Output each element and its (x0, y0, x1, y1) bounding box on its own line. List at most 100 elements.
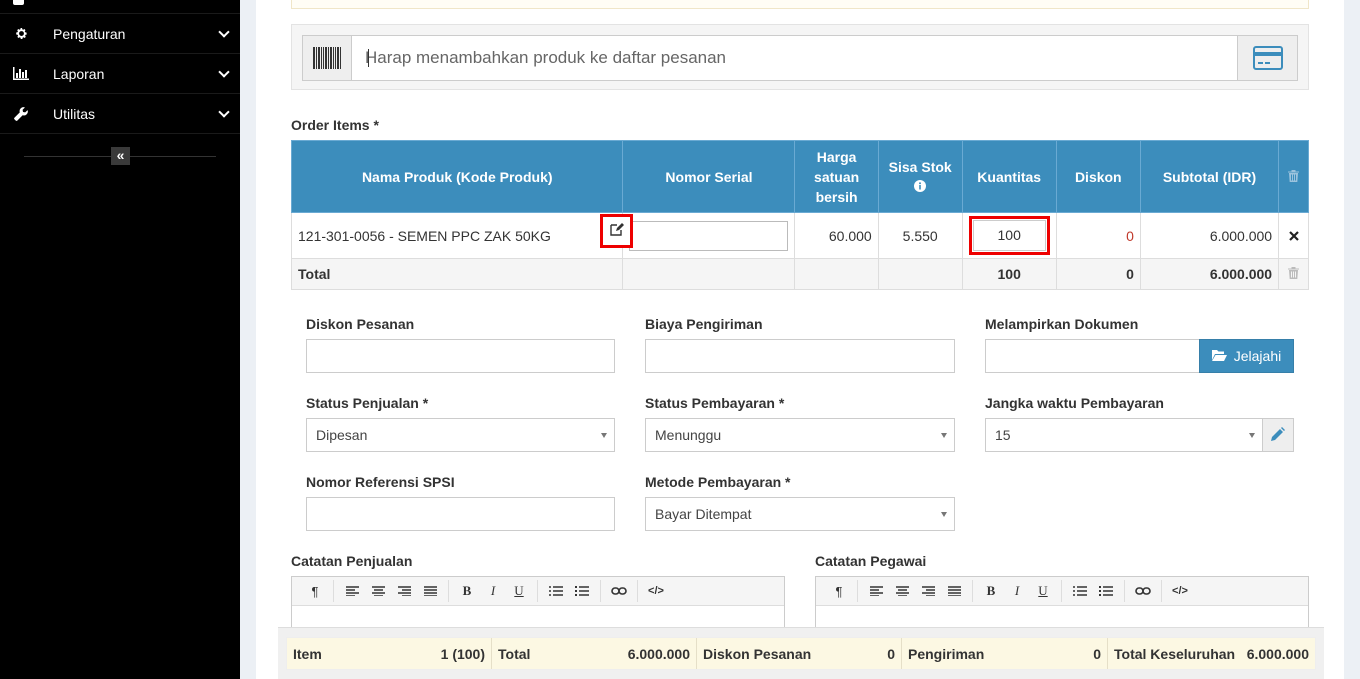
product-search-group (302, 35, 1298, 81)
summary-grand-value: 6.000.000 (1246, 645, 1309, 662)
qty-cell: 100 (961, 212, 1057, 259)
summary-grand-total: Total Keseluruhan 6.000.000 (1108, 638, 1315, 669)
browse-button[interactable]: Jelajahi (1199, 339, 1294, 373)
link-button[interactable] (1130, 580, 1156, 602)
sidebar-item-partial[interactable] (0, 0, 240, 14)
summary-item-value: 1 (100) (440, 645, 485, 662)
paragraph-button[interactable]: ¶ (826, 580, 852, 602)
bullet-list-button[interactable] (1067, 580, 1093, 602)
payment-method-value: Bayar Ditempat (655, 506, 752, 522)
spsi-reference-input[interactable] (306, 497, 615, 531)
order-summary-row: Item 1 (100) Total 6.000.000 Diskon Pesa… (286, 637, 1316, 670)
credit-card-icon[interactable] (1237, 36, 1297, 80)
sidebar-item-laporan[interactable]: Laporan (0, 54, 240, 94)
underline-button[interactable]: U (506, 580, 532, 602)
link-button[interactable] (606, 580, 632, 602)
stock-cell: 5.550 (877, 212, 963, 259)
align-left-button[interactable] (863, 580, 889, 602)
bold-button[interactable]: B (978, 580, 1004, 602)
bar-chart-icon (11, 67, 31, 80)
notice-strip (291, 0, 1309, 9)
paragraph-button[interactable]: ¶ (302, 580, 328, 602)
summary-discount-value: 0 (887, 645, 895, 662)
shipping-input[interactable] (645, 339, 955, 373)
bullet-list-button[interactable] (543, 580, 569, 602)
summary-discount-label: Diskon Pesanan (703, 645, 812, 662)
sale-status-select[interactable]: Dipesan (306, 418, 615, 452)
align-justify-button[interactable] (417, 580, 443, 602)
text-cursor (368, 49, 369, 67)
spsi-reference-label: Nomor Referensi SPSI (306, 474, 455, 490)
col-subtotal: Subtotal (IDR) (1139, 140, 1280, 213)
edit-item-button[interactable] (600, 214, 633, 248)
align-justify-button[interactable] (941, 580, 967, 602)
bold-button[interactable]: B (454, 580, 480, 602)
order-items-label: Order Items * (291, 117, 379, 133)
sidebar-item-label: Utilitas (53, 105, 96, 122)
sidebar-item-utilitas[interactable]: Utilitas (0, 94, 240, 134)
payment-status-select[interactable]: Menunggu (645, 418, 955, 452)
wrench-icon (11, 106, 31, 121)
align-center-button[interactable] (365, 580, 391, 602)
order-summary-bar: Item 1 (100) Total 6.000.000 Diskon Pesa… (278, 627, 1324, 679)
numbered-list-button[interactable] (569, 580, 595, 602)
total-label: Total (290, 258, 624, 290)
attach-document-label: Melampirkan Dokumen (985, 316, 1139, 332)
payment-method-label: Metode Pembayaran * (645, 474, 791, 490)
qty-highlight: 100 (968, 216, 1050, 255)
close-icon[interactable] (1288, 228, 1299, 244)
italic-button[interactable]: I (1004, 580, 1030, 602)
summary-total-label: Total (498, 645, 531, 662)
numbered-list-button[interactable] (1093, 580, 1119, 602)
underline-button[interactable]: U (1030, 580, 1056, 602)
sidebar-item-pengaturan[interactable]: Pengaturan (0, 14, 240, 54)
align-right-button[interactable] (915, 580, 941, 602)
discount-cell[interactable]: 0 (1055, 212, 1141, 259)
align-left-button[interactable] (339, 580, 365, 602)
total-discount: 0 (1055, 258, 1141, 290)
sale-status-label: Status Penjualan * (306, 395, 429, 411)
attach-document-input[interactable] (985, 339, 1200, 373)
summary-shipping-label: Pengiriman (908, 645, 985, 662)
payment-term-value: 15 (995, 427, 1011, 443)
code-view-button[interactable]: </> (1167, 580, 1193, 602)
code-view-button[interactable]: </> (643, 580, 669, 602)
table-row: 121-301-0056 - SEMEN PPC ZAK 50KG 60.000… (290, 212, 1309, 259)
payment-term-select[interactable]: 15 (985, 418, 1263, 452)
italic-button[interactable]: I (480, 580, 506, 602)
payment-term-label: Jangka waktu Pembayaran (985, 395, 1164, 411)
total-subtotal: 6.000.000 (1139, 258, 1280, 290)
payment-method-select[interactable]: Bayar Ditempat (645, 497, 955, 531)
product-cell: 121-301-0056 - SEMEN PPC ZAK 50KG (290, 212, 624, 259)
order-discount-input[interactable] (306, 339, 615, 373)
product-search-input[interactable] (365, 36, 1235, 80)
col-qty: Kuantitas (961, 140, 1057, 213)
edit-payment-term-button[interactable] (1262, 418, 1294, 452)
price-cell: 60.000 (794, 212, 879, 259)
align-center-button[interactable] (889, 580, 915, 602)
dropdown-arrow-icon (601, 433, 607, 438)
summary-shipping: Pengiriman 0 (902, 638, 1108, 669)
editor-toolbar: ¶ B I U </> (816, 577, 1308, 606)
serial-number-input[interactable] (629, 220, 789, 251)
quantity-input[interactable]: 100 (972, 220, 1046, 251)
info-icon[interactable] (914, 179, 927, 195)
dropdown-arrow-icon (1249, 433, 1255, 438)
align-right-button[interactable] (391, 580, 417, 602)
sidebar-item-label: Pengaturan (53, 25, 126, 42)
barcode-icon[interactable] (303, 36, 352, 80)
col-product: Nama Produk (Kode Produk) (290, 140, 624, 213)
chevron-down-icon (218, 66, 230, 78)
summary-discount: Diskon Pesanan 0 (697, 638, 902, 669)
subtotal-cell: 6.000.000 (1139, 212, 1280, 259)
total-qty: 100 (961, 258, 1057, 290)
summary-item: Item 1 (100) (287, 638, 492, 669)
dropdown-arrow-icon (941, 433, 947, 438)
remove-row-cell (1278, 212, 1309, 259)
sidebar-item-label: Laporan (53, 65, 105, 82)
table-total-row: Total 100 0 6.000.000 (290, 258, 1309, 290)
sale-status-value: Dipesan (316, 427, 368, 443)
collapse-sidebar-button[interactable]: « (111, 147, 130, 165)
pencil-icon (1271, 426, 1285, 444)
edit-icon (609, 223, 624, 239)
